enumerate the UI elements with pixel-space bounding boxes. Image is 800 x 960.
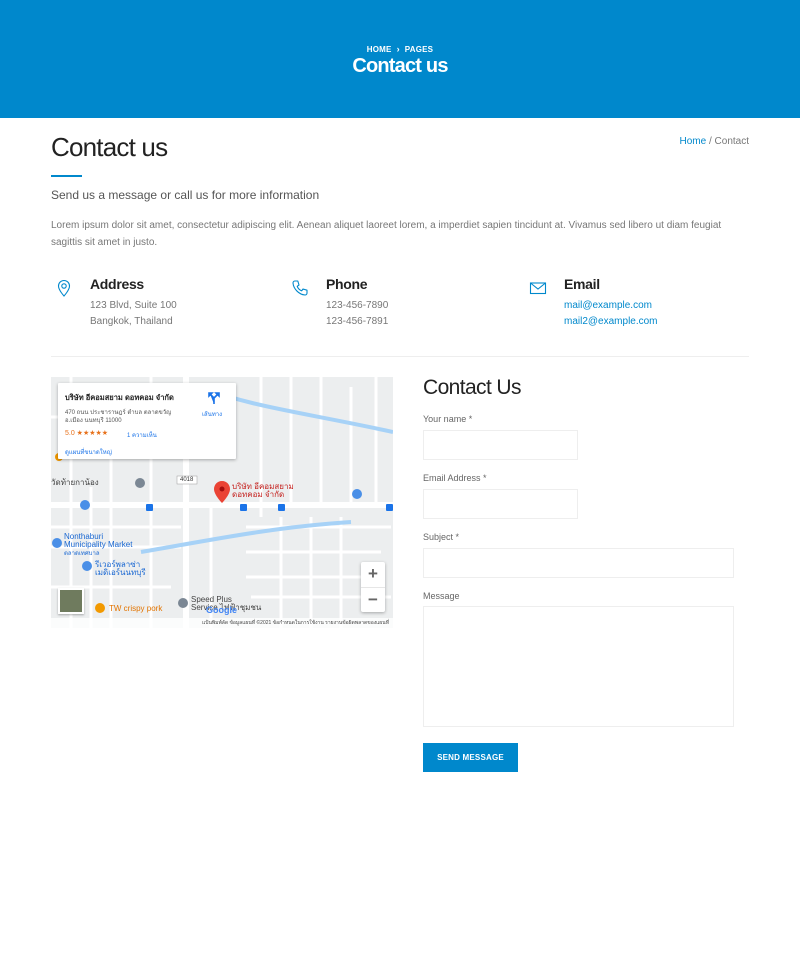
directions-icon[interactable] bbox=[207, 391, 221, 405]
map-info-card: บริษัท อีคอมสยาม ดอทคอม จำกัด 470 ถนน ปร… bbox=[58, 383, 236, 459]
phone-title: Phone bbox=[326, 276, 368, 292]
envelope-icon bbox=[529, 282, 547, 295]
map-road-number: 4018 bbox=[180, 477, 194, 483]
address-line-2: Bangkok, Thailand bbox=[90, 316, 173, 327]
map-place-market-line-3: ตลาดเทศบาล bbox=[64, 551, 100, 557]
map-place-hospital-line-2: เมดิเอร์นนทบุรี bbox=[95, 568, 146, 577]
message-label: Message bbox=[423, 591, 460, 601]
address-line-1: 123 Blvd, Suite 100 bbox=[90, 300, 177, 311]
name-label: Your name * bbox=[423, 414, 473, 424]
title-underline bbox=[51, 175, 82, 177]
phone-icon bbox=[292, 280, 308, 296]
page-title: Contact us bbox=[51, 132, 168, 162]
section-divider bbox=[51, 356, 749, 357]
zoom-out-button[interactable]: − bbox=[361, 587, 385, 612]
send-message-button[interactable]: SEND MESSAGE bbox=[423, 743, 518, 772]
address-title: Address bbox=[90, 276, 144, 292]
email-field[interactable] bbox=[423, 489, 578, 519]
subject-label: Subject * bbox=[423, 532, 460, 542]
phone-line-1: 123-456-7890 bbox=[326, 300, 389, 311]
map-card-directions-label[interactable]: เส้นทาง bbox=[202, 409, 222, 419]
map-card-larger-map-link[interactable]: ดูแผนที่ขนาดใหญ่ bbox=[65, 447, 112, 457]
page-header-banner: HOME › PAGES Contact us bbox=[0, 0, 800, 118]
hero-breadcrumb: HOME › PAGES bbox=[0, 44, 800, 54]
intro-text: Lorem ipsum dolor sit amet, consectetur … bbox=[51, 220, 722, 248]
message-field[interactable] bbox=[423, 606, 734, 727]
form-title: Contact Us bbox=[423, 376, 521, 399]
breadcrumb-separator: / bbox=[708, 136, 712, 147]
map-place-temple[interactable]: วัดท้ายกาน้อง bbox=[51, 479, 99, 487]
map-pin-label-line-2: ดอทคอม จำกัด bbox=[232, 490, 285, 499]
hero-breadcrumb-pages[interactable]: PAGES bbox=[405, 45, 433, 54]
map-pin-icon bbox=[57, 279, 71, 297]
map-card-address-2: อ.เมือง นนทบุรี 11000 bbox=[65, 418, 122, 424]
name-field[interactable] bbox=[423, 430, 578, 460]
map-card-name: บริษัท อีคอมสยาม ดอทคอม จำกัด bbox=[65, 393, 174, 402]
map-place-pork[interactable]: TW crispy pork bbox=[109, 605, 162, 613]
breadcrumb: Home / Contact bbox=[680, 136, 750, 147]
email-title: Email bbox=[564, 276, 600, 292]
hero-breadcrumb-home[interactable]: HOME bbox=[367, 45, 392, 54]
breadcrumb-home-link[interactable]: Home bbox=[680, 136, 707, 147]
chevron-right-icon: › bbox=[396, 44, 400, 54]
page-subtitle: Send us a message or call us for more in… bbox=[51, 188, 320, 202]
zoom-in-button[interactable]: + bbox=[361, 562, 385, 587]
phone-line-2: 123-456-7891 bbox=[326, 316, 389, 327]
breadcrumb-current: Contact bbox=[714, 136, 749, 147]
map-place-hospital[interactable]: รีเวอร์พลาซ่า เมดิเอร์นนทบุรี bbox=[95, 561, 146, 577]
email-link-1[interactable]: mail@example.com bbox=[564, 300, 652, 311]
google-logo: Google bbox=[206, 605, 237, 615]
map-zoom-control: + − bbox=[361, 562, 385, 612]
subject-field[interactable] bbox=[423, 548, 734, 578]
map-footer: แป้นพิมพ์ลัด ข้อมูลแผนที่ ©2021 ข้อกำหนด… bbox=[51, 618, 393, 628]
satellite-toggle[interactable] bbox=[58, 588, 84, 614]
map-pin-label: บริษัท อีคอมสยาม ดอทคอม จำกัด bbox=[232, 483, 294, 499]
map-card-rating: 5.0 ★★★★★ bbox=[65, 430, 109, 437]
email-link-2[interactable]: mail2@example.com bbox=[564, 316, 658, 327]
email-label: Email Address * bbox=[423, 473, 487, 483]
hero-title: Contact us bbox=[352, 55, 448, 77]
embedded-map[interactable]: 4018 บริษัท อีคอมสยาม ดอทคอม จำกัด วัดท้… bbox=[51, 377, 393, 628]
map-card-reviews-link[interactable]: 1 ความเห็น bbox=[127, 430, 157, 440]
map-place-market[interactable]: Nonthaburi Municipality Market ตลาดเทศบา… bbox=[64, 533, 132, 558]
map-place-market-line-2: Municipality Market bbox=[64, 540, 133, 549]
